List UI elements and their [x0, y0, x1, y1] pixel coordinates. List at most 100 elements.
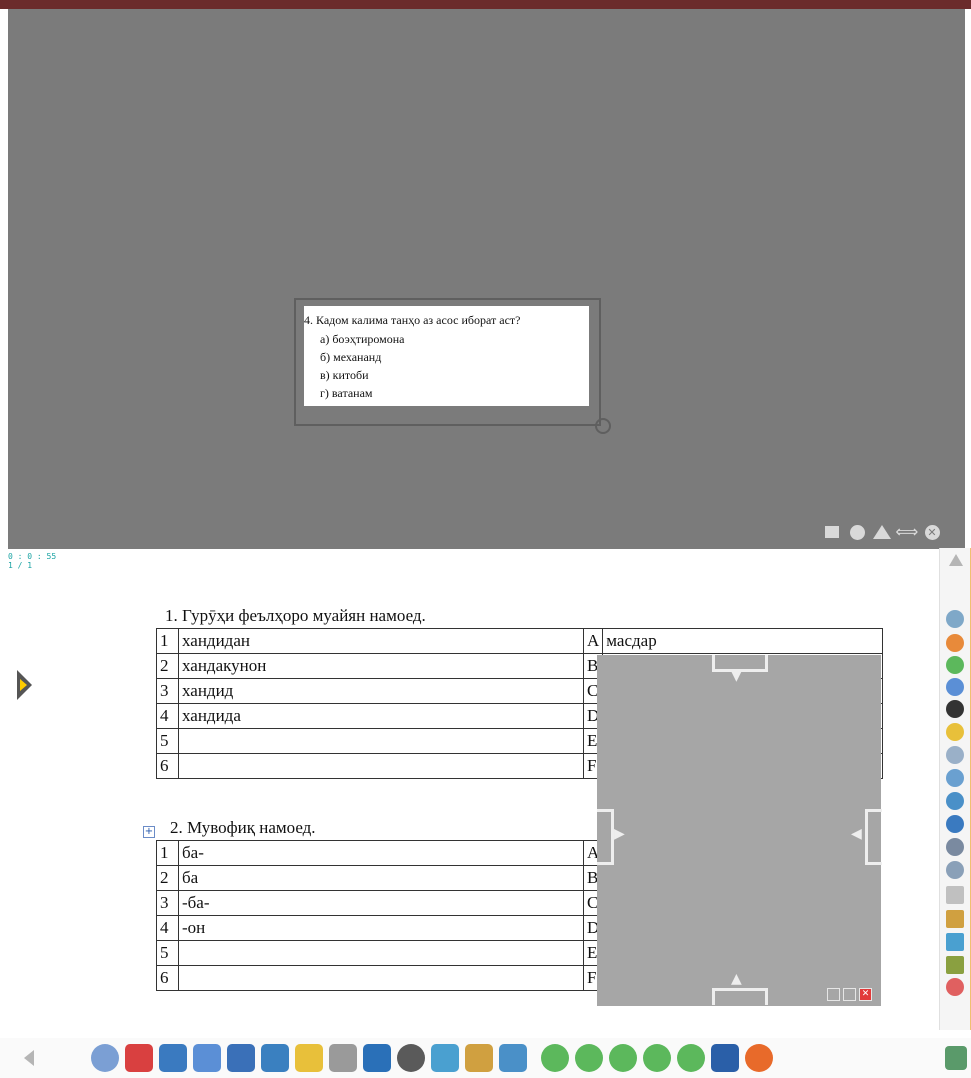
table-cell-word: хандид — [178, 678, 584, 704]
spotlight-resize-handle[interactable] — [595, 418, 611, 434]
arrow-up-icon: ▲ — [731, 971, 742, 987]
table-cell-word: -ба- — [178, 890, 584, 916]
table-cell-answer[interactable]: масдар — [602, 628, 884, 654]
spotlight-content: 4. Кадом калима танҳо аз асос иборат аст… — [304, 306, 589, 406]
table-row: 6F — [156, 965, 604, 991]
table-row: 3 -ба- C — [156, 890, 604, 916]
book-icon[interactable] — [125, 1044, 153, 1072]
table-row: 2 ба B — [156, 865, 604, 891]
window-icon[interactable] — [227, 1044, 255, 1072]
diamond-shape-icon[interactable]: ⟺ — [896, 523, 919, 541]
add-page-icon[interactable] — [609, 1044, 637, 1072]
table-cell-word: ба — [178, 865, 584, 891]
capture-icon[interactable] — [363, 1044, 391, 1072]
tool-icon[interactable] — [946, 769, 964, 787]
pencil-icon[interactable] — [946, 956, 964, 974]
table-cell-num: 2 — [156, 865, 179, 891]
rectangle-shape-icon[interactable] — [823, 523, 841, 541]
tool-icon[interactable] — [946, 815, 964, 833]
spotlight-option: б) механанд — [320, 350, 382, 364]
spotlight-toolbar: ⟺ ✕ — [823, 522, 941, 542]
start-icon[interactable] — [91, 1044, 119, 1072]
table-cell-word — [178, 728, 584, 754]
shade-settings-icon[interactable] — [843, 988, 856, 1001]
page-forward-icon[interactable] — [17, 670, 32, 700]
window-top-bar — [0, 0, 971, 9]
shade-mode-icon[interactable] — [827, 988, 840, 1001]
right-toolbar — [939, 548, 971, 1030]
table-cell-word: -он — [178, 915, 584, 941]
tool-icon[interactable] — [946, 792, 964, 810]
table-cell-word: хандидан — [178, 628, 584, 654]
tool-icon[interactable] — [946, 634, 964, 652]
table-row: 1 хандидан Aмасдар — [156, 628, 884, 654]
shade-handle-left[interactable] — [597, 809, 614, 865]
back-icon[interactable] — [541, 1044, 569, 1072]
power-icon[interactable] — [745, 1044, 773, 1072]
tool-icon[interactable] — [946, 678, 964, 696]
tool-icon[interactable] — [946, 700, 964, 718]
media-icon[interactable] — [431, 1044, 459, 1072]
trash-icon[interactable] — [945, 1046, 967, 1070]
status-readout: 0 : 0 : 55 1 / 1 — [8, 552, 56, 570]
redo-icon[interactable] — [677, 1044, 705, 1072]
page-counter: 1 / 1 — [8, 561, 33, 570]
zoom-icon[interactable] — [261, 1044, 289, 1072]
close-icon[interactable]: ✕ — [923, 523, 941, 541]
pencil-icon[interactable] — [946, 910, 964, 928]
table-cell-num: 1 — [156, 628, 179, 654]
table-cell-num: 4 — [156, 703, 179, 729]
table-row: 1 ба- A — [156, 840, 604, 866]
shade-controls: ✕ — [827, 988, 872, 1001]
tool-icon[interactable] — [946, 656, 964, 674]
shade-close-icon[interactable]: ✕ — [859, 988, 872, 1001]
board-icon[interactable] — [159, 1044, 187, 1072]
table-row: 5E — [156, 940, 604, 966]
arrow-right-icon: ▶ — [614, 826, 625, 842]
arrow-down-icon: ▼ — [731, 668, 742, 684]
webcam-icon[interactable] — [397, 1044, 425, 1072]
table-cell-word: ба- — [178, 840, 584, 866]
keyboard-icon[interactable] — [329, 1044, 357, 1072]
table-cell-num: 6 — [156, 753, 179, 779]
tool-icon[interactable] — [946, 838, 964, 856]
tool-icon[interactable] — [946, 861, 964, 879]
circle-shape-icon[interactable] — [848, 523, 866, 541]
spotlight-option: а) боэҳтиромона — [320, 332, 405, 346]
table-cell-num: 6 — [156, 965, 179, 991]
pencil-icon[interactable] — [946, 933, 964, 951]
table-cell-num: 3 — [156, 678, 179, 704]
tool-icon[interactable] — [946, 723, 964, 741]
undo-icon[interactable] — [643, 1044, 671, 1072]
page-icon[interactable] — [193, 1044, 221, 1072]
screen-shade[interactable]: ▼ ▶ ◀ ▲ ✕ — [597, 655, 882, 1006]
table-cell-num: 5 — [156, 940, 179, 966]
pen-icon[interactable] — [946, 886, 964, 904]
table-cell-letter: A — [582, 628, 604, 654]
scroll-up-icon[interactable] — [949, 554, 963, 566]
timer-text: 0 : 0 : 55 — [8, 552, 57, 561]
table-cell-num: 3 — [156, 890, 179, 916]
exercise-2-title: 2. Мувофиқ намоед. — [170, 818, 316, 837]
tool-icon[interactable] — [946, 610, 964, 628]
tools-icon[interactable] — [465, 1044, 493, 1072]
table-cell-word — [178, 940, 584, 966]
hand-pointer-icon[interactable] — [946, 978, 964, 996]
save-icon[interactable] — [711, 1044, 739, 1072]
forward-icon[interactable] — [575, 1044, 603, 1072]
shade-handle-right[interactable] — [865, 809, 882, 865]
tool-icon[interactable] — [946, 746, 964, 764]
scroll-left-icon[interactable] — [24, 1050, 34, 1066]
spotlight-icon[interactable] — [295, 1044, 323, 1072]
spotlight-option: в) китоби — [320, 368, 369, 382]
table-cell-num: 4 — [156, 915, 179, 941]
shade-handle-bottom[interactable] — [712, 988, 768, 1005]
pages-icon[interactable] — [499, 1044, 527, 1072]
table-row: 4 -он D — [156, 915, 604, 941]
exercise-2-table: 1 ба- A 2 ба B 3 -ба- C 4 -он D 5 E 6 F — [156, 840, 604, 991]
triangle-shape-icon[interactable] — [873, 523, 891, 541]
exercise-1-title: 1. Гурӯҳи феълҳоро муайян намоед. — [165, 606, 426, 625]
table-cell-word — [178, 753, 584, 779]
arrow-left-icon: ◀ — [851, 826, 862, 842]
add-table-icon[interactable]: + — [143, 826, 155, 838]
